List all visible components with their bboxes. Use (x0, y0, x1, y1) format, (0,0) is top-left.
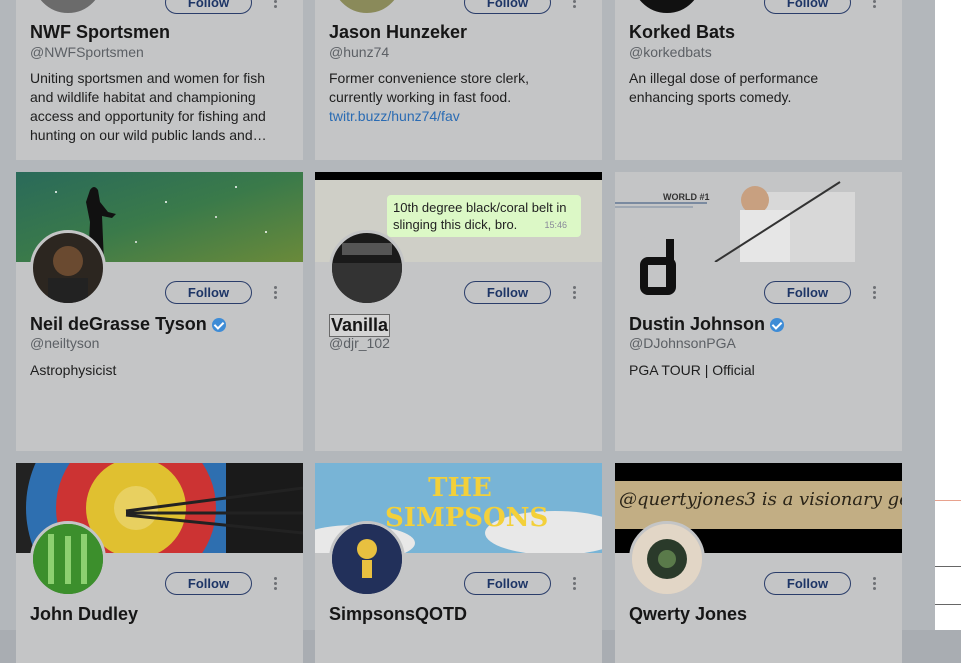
background-page-edge (935, 0, 961, 630)
banner-logo-text: THE SIMPSONS (385, 473, 549, 533)
divider (935, 500, 961, 501)
divider (935, 604, 961, 605)
follow-button[interactable]: Follow (464, 572, 551, 595)
user-bio: PGA TOUR | Official (629, 362, 755, 378)
user-name[interactable]: NWF Sportsmen (30, 22, 170, 43)
user-card-qwerty-jones[interactable]: @quertyjones3 is a visionary genius Foll… (615, 463, 902, 663)
user-name-text: SimpsonsQOTD (329, 604, 468, 624)
avatar[interactable] (30, 521, 106, 597)
user-name-text: Neil deGrasse Tyson (30, 314, 207, 334)
verified-badge-icon (211, 317, 226, 332)
chat-bubble-time: 15:46 (544, 220, 567, 230)
user-name[interactable]: Dustin Johnson (629, 314, 784, 335)
chat-bubble-text: 10th degree black/coral belt in slinging… (393, 200, 567, 232)
user-bio: Astrophysicist (30, 362, 117, 378)
avatar[interactable] (30, 230, 106, 306)
user-name[interactable]: Neil deGrasse Tyson (30, 314, 226, 335)
follow-button[interactable]: Follow (165, 281, 252, 304)
more-options-icon[interactable] (569, 0, 579, 10)
user-card-korked-bats[interactable]: Follow Korked Bats @korkedbats An illega… (615, 0, 902, 160)
follow-button[interactable]: Follow (165, 572, 252, 595)
user-name-text: Jason Hunzeker (329, 22, 468, 42)
user-name[interactable]: Jason Hunzeker (329, 22, 467, 43)
user-handle: @djr_102 (329, 335, 390, 351)
avatar[interactable] (629, 521, 705, 597)
avatar[interactable] (329, 230, 405, 306)
follow-button[interactable]: Follow (464, 0, 551, 14)
user-handle: @NWFSportsmen (30, 44, 144, 60)
more-options-icon[interactable] (270, 285, 280, 301)
avatar[interactable] (629, 0, 705, 16)
user-bio: Former convenience store clerk, currentl… (329, 69, 569, 126)
more-options-icon[interactable] (869, 0, 879, 10)
more-options-icon[interactable] (270, 0, 280, 10)
user-handle: @DJohnsonPGA (629, 335, 736, 351)
user-handle: @korkedbats (629, 44, 712, 60)
more-options-icon[interactable] (569, 285, 579, 301)
user-name[interactable]: Korked Bats (629, 22, 735, 43)
divider (935, 566, 961, 567)
user-name-text: John Dudley (30, 604, 139, 624)
follow-button[interactable]: Follow (464, 281, 551, 304)
follow-button[interactable]: Follow (764, 0, 851, 14)
follow-button[interactable]: Follow (764, 281, 851, 304)
follow-button[interactable]: Follow (165, 0, 252, 14)
avatar[interactable] (329, 0, 405, 16)
user-name-text: NWF Sportsmen (30, 22, 171, 42)
user-card-vanilla[interactable]: 10th degree black/coral belt in slinging… (315, 172, 602, 451)
user-name-text: Korked Bats (629, 22, 736, 42)
user-name-text: Vanilla (329, 314, 391, 337)
user-card-nwf-sportsmen[interactable]: Follow NWF Sportsmen @NWFSportsmen Uniti… (16, 0, 303, 160)
user-name-text: Dustin Johnson (629, 314, 765, 334)
user-name[interactable]: Vanilla (329, 314, 391, 337)
more-options-icon[interactable] (869, 285, 879, 301)
user-bio: An illegal dose of performance enhancing… (629, 70, 819, 105)
user-card-neil-degrasse-tyson[interactable]: Follow Neil deGrasse Tyson @neiltyson As… (16, 172, 303, 451)
user-card-dustin-johnson[interactable]: WORLD #1 Follow Dustin Johnson @DJohnson… (615, 172, 902, 451)
chat-bubble: 10th degree black/coral belt in slinging… (387, 195, 581, 237)
user-name[interactable]: John Dudley (30, 604, 138, 625)
user-name[interactable]: SimpsonsQOTD (329, 604, 467, 625)
more-options-icon[interactable] (270, 576, 280, 592)
more-options-icon[interactable] (869, 576, 879, 592)
user-handle: @neiltyson (30, 335, 100, 351)
bio-link[interactable]: twitr.buzz/hunz74/fav (329, 108, 460, 124)
follow-button[interactable]: Follow (764, 572, 851, 595)
user-name-text: Qwerty Jones (629, 604, 748, 624)
verified-badge-icon (770, 317, 784, 332)
who-to-follow-panel[interactable]: Follow NWF Sportsmen @NWFSportsmen Uniti… (0, 0, 936, 663)
avatar[interactable] (30, 0, 106, 16)
avatar[interactable] (629, 230, 705, 306)
user-card-jason-hunzeker[interactable]: Follow Jason Hunzeker @hunz74 Former con… (315, 0, 602, 160)
bio-text: Former convenience store clerk, currentl… (329, 70, 529, 105)
user-card-simpsonsqotd[interactable]: THE SIMPSONS Follow SimpsonsQOTD (315, 463, 602, 663)
user-card-john-dudley[interactable]: Follow John Dudley (16, 463, 303, 663)
user-bio: Uniting sportsmen and women for fish and… (30, 70, 267, 143)
user-handle: @hunz74 (329, 44, 390, 60)
more-options-icon[interactable] (569, 576, 579, 592)
user-name[interactable]: Qwerty Jones (629, 604, 747, 625)
banner-handwriting-text: @quertyjones3 is a visionary genius (619, 489, 902, 510)
avatar[interactable] (329, 521, 405, 597)
